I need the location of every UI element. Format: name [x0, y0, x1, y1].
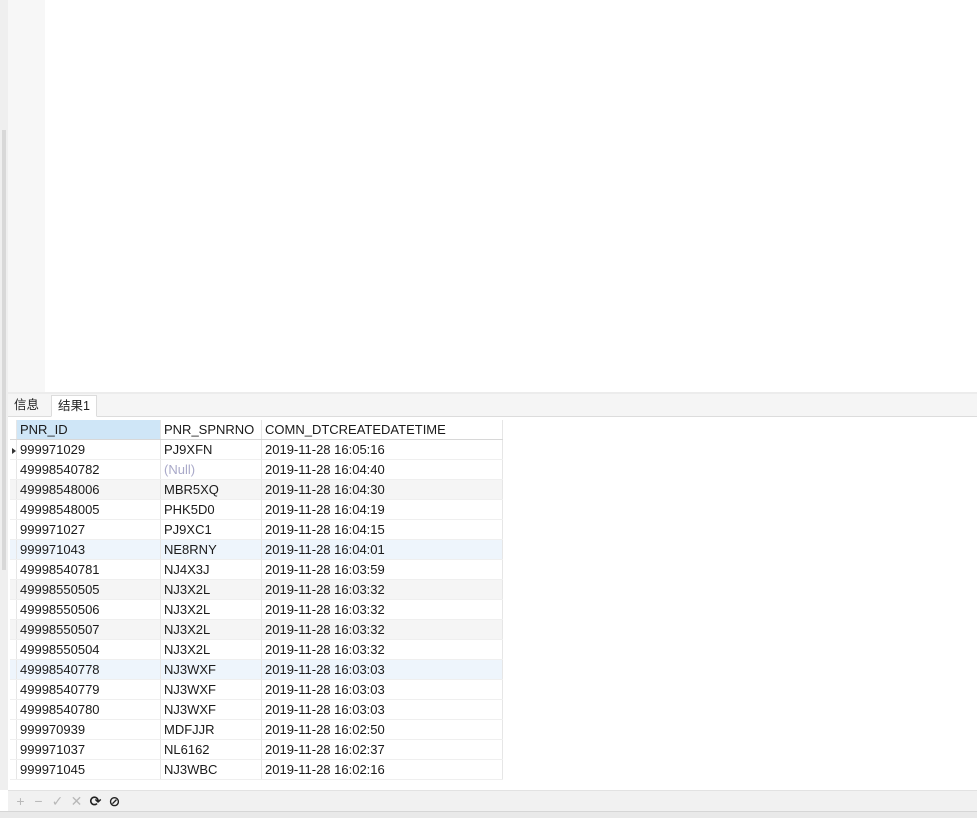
cell-pnr-spnrno[interactable]: NJ3X2L — [160, 639, 262, 660]
cell-pnr-spnrno[interactable]: (Null) — [160, 459, 262, 480]
column-header-pnr-id[interactable]: PNR_ID — [16, 420, 161, 440]
cell-createdatetime[interactable]: 2019-11-28 16:03:32 — [261, 579, 503, 600]
cell-pnr-spnrno[interactable]: NJ3WXF — [160, 699, 262, 720]
result-grid: PNR_ID PNR_SPNRNO COMN_DTCREATEDATETIME … — [10, 420, 503, 780]
cell-pnr-id[interactable]: 49998540778 — [16, 659, 161, 680]
cell-pnr-spnrno[interactable]: NJ4X3J — [160, 559, 262, 580]
cell-pnr-id[interactable]: 49998540782 — [16, 459, 161, 480]
table-row[interactable]: 999971045 NJ3WBC 2019-11-28 16:02:16 — [10, 759, 503, 780]
cell-createdatetime[interactable]: 2019-11-28 16:03:03 — [261, 699, 503, 720]
cell-createdatetime[interactable]: 2019-11-28 16:03:03 — [261, 659, 503, 680]
table-row[interactable]: 49998550504 NJ3X2L 2019-11-28 16:03:32 — [10, 639, 503, 660]
cell-createdatetime[interactable]: 2019-11-28 16:04:01 — [261, 539, 503, 560]
cell-createdatetime[interactable]: 2019-11-28 16:02:50 — [261, 719, 503, 740]
table-row[interactable]: 49998548006 MBR5XQ 2019-11-28 16:04:30 — [10, 479, 503, 500]
cell-pnr-id[interactable]: 49998550506 — [16, 599, 161, 620]
check-icon: ✓ — [51, 793, 64, 809]
table-row[interactable]: 49998550505 NJ3X2L 2019-11-28 16:03:32 — [10, 579, 503, 600]
table-row[interactable]: 49998540782 (Null) 2019-11-28 16:04:40 — [10, 459, 503, 480]
left-scrollbar[interactable] — [0, 0, 8, 790]
plus-icon: + — [16, 793, 25, 809]
editor-line-gutter — [8, 0, 45, 392]
row-selector[interactable] — [10, 439, 17, 460]
cell-pnr-id[interactable]: 49998550505 — [16, 579, 161, 600]
cell-pnr-spnrno[interactable]: NL6162 — [160, 739, 262, 760]
cell-createdatetime[interactable]: 2019-11-28 16:03:32 — [261, 639, 503, 660]
cell-pnr-spnrno[interactable]: NJ3WBC — [160, 759, 262, 780]
cell-pnr-id[interactable]: 999971045 — [16, 759, 161, 780]
cell-pnr-id[interactable]: 49998540781 — [16, 559, 161, 580]
refresh-icon: ⟳ — [89, 793, 102, 809]
apply-changes-button[interactable]: ✓ — [49, 793, 66, 810]
cell-pnr-id[interactable]: 49998540780 — [16, 699, 161, 720]
current-row-arrow-icon — [12, 447, 16, 454]
column-header-pnr-spnrno[interactable]: PNR_SPNRNO — [160, 420, 262, 440]
table-row[interactable]: 49998540780 NJ3WXF 2019-11-28 16:03:03 — [10, 699, 503, 720]
stop-button[interactable]: ⊘ — [106, 793, 123, 810]
left-scrollbar-thumb[interactable] — [2, 130, 6, 570]
cell-createdatetime[interactable]: 2019-11-28 16:03:32 — [261, 619, 503, 640]
table-row[interactable]: 49998550506 NJ3X2L 2019-11-28 16:03:32 — [10, 599, 503, 620]
tab-result1[interactable]: 结果1 — [51, 395, 97, 417]
cell-createdatetime[interactable]: 2019-11-28 16:04:30 — [261, 479, 503, 500]
cell-pnr-spnrno[interactable]: NJ3X2L — [160, 619, 262, 640]
cell-pnr-id[interactable]: 999971043 — [16, 539, 161, 560]
cell-createdatetime[interactable]: 2019-11-28 16:03:59 — [261, 559, 503, 580]
cell-pnr-spnrno[interactable]: PJ9XFN — [160, 439, 262, 460]
table-row[interactable]: 49998548005 PHK5D0 2019-11-28 16:04:19 — [10, 499, 503, 520]
column-header-createdatetime[interactable]: COMN_DTCREATEDATETIME — [261, 420, 503, 440]
cell-createdatetime[interactable]: 2019-11-28 16:02:37 — [261, 739, 503, 760]
cell-pnr-spnrno[interactable]: NJ3WXF — [160, 659, 262, 680]
cell-pnr-id[interactable]: 999971037 — [16, 739, 161, 760]
cell-pnr-spnrno[interactable]: NJ3X2L — [160, 599, 262, 620]
table-row[interactable]: 999971027 PJ9XC1 2019-11-28 16:04:15 — [10, 519, 503, 540]
header-row: PNR_ID PNR_SPNRNO COMN_DTCREATEDATETIME — [10, 420, 503, 440]
cell-pnr-id[interactable]: 49998540779 — [16, 679, 161, 700]
table-row[interactable]: 49998550507 NJ3X2L 2019-11-28 16:03:32 — [10, 619, 503, 640]
cell-pnr-id[interactable]: 999971029 — [16, 439, 161, 460]
tab-info[interactable]: 信息 — [8, 395, 45, 416]
table-row[interactable]: 999971043 NE8RNY 2019-11-28 16:04:01 — [10, 539, 503, 560]
result-table: PNR_ID PNR_SPNRNO COMN_DTCREATEDATETIME … — [10, 420, 503, 780]
cell-pnr-id[interactable]: 999970939 — [16, 719, 161, 740]
cell-pnr-spnrno[interactable]: PJ9XC1 — [160, 519, 262, 540]
cell-pnr-spnrno[interactable]: MDFJJR — [160, 719, 262, 740]
cell-createdatetime[interactable]: 2019-11-28 16:04:15 — [261, 519, 503, 540]
table-row[interactable]: 999971029 PJ9XFN 2019-11-28 16:05:16 — [10, 439, 503, 460]
x-icon: ✕ — [70, 793, 83, 809]
table-row[interactable]: 999970939 MDFJJR 2019-11-28 16:02:50 — [10, 719, 503, 740]
add-record-button[interactable]: + — [12, 793, 29, 810]
table-row[interactable]: 49998540779 NJ3WXF 2019-11-28 16:03:03 — [10, 679, 503, 700]
cell-createdatetime[interactable]: 2019-11-28 16:05:16 — [261, 439, 503, 460]
cell-pnr-id[interactable]: 49998550504 — [16, 639, 161, 660]
cell-pnr-id[interactable]: 49998548006 — [16, 479, 161, 500]
stop-icon: ⊘ — [108, 793, 121, 809]
cell-createdatetime[interactable]: 2019-11-28 16:04:19 — [261, 499, 503, 520]
cell-createdatetime[interactable]: 2019-11-28 16:03:32 — [261, 599, 503, 620]
table-row[interactable]: 999971037 NL6162 2019-11-28 16:02:37 — [10, 739, 503, 760]
cell-pnr-spnrno[interactable]: NJ3X2L — [160, 579, 262, 600]
cell-pnr-spnrno[interactable]: MBR5XQ — [160, 479, 262, 500]
cell-pnr-id[interactable]: 49998548005 — [16, 499, 161, 520]
delete-record-button[interactable]: − — [30, 793, 47, 810]
cell-createdatetime[interactable]: 2019-11-28 16:03:03 — [261, 679, 503, 700]
cell-pnr-spnrno[interactable]: NJ3WXF — [160, 679, 262, 700]
minus-icon: − — [34, 793, 43, 809]
grid-toolbar: + − ✓ ✕ ⟳ ⊘ — [8, 790, 977, 812]
discard-changes-button[interactable]: ✕ — [68, 793, 85, 810]
sql-editor[interactable] — [8, 0, 977, 392]
cell-pnr-id[interactable]: 49998550507 — [16, 619, 161, 640]
cell-pnr-spnrno[interactable]: PHK5D0 — [160, 499, 262, 520]
table-row[interactable]: 49998540778 NJ3WXF 2019-11-28 16:03:03 — [10, 659, 503, 680]
result-tabs: 信息 结果1 — [8, 394, 977, 417]
table-body: 999971029 PJ9XFN 2019-11-28 16:05:16 499985… — [10, 439, 503, 780]
refresh-button[interactable]: ⟳ — [87, 793, 104, 810]
table-row[interactable]: 49998540781 NJ4X3J 2019-11-28 16:03:59 — [10, 559, 503, 580]
cell-pnr-id[interactable]: 999971027 — [16, 519, 161, 540]
cell-pnr-spnrno[interactable]: NE8RNY — [160, 539, 262, 560]
cell-createdatetime[interactable]: 2019-11-28 16:04:40 — [261, 459, 503, 480]
cell-createdatetime[interactable]: 2019-11-28 16:02:16 — [261, 759, 503, 780]
